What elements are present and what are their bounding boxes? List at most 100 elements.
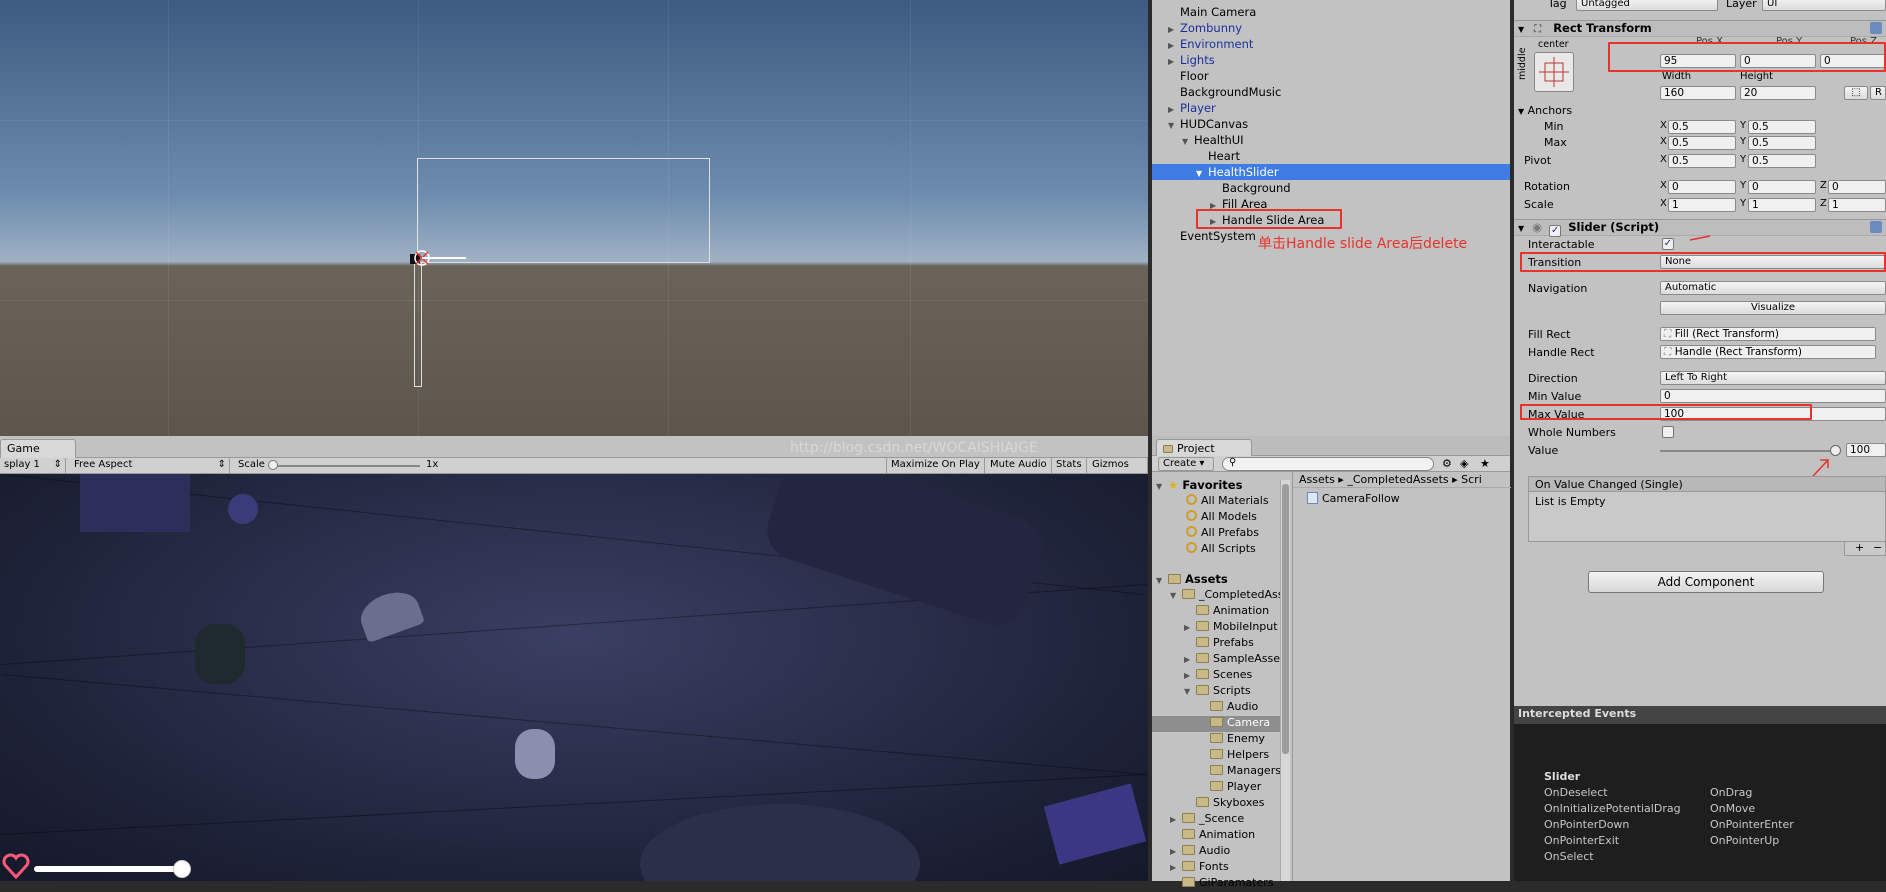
rect-transform-header[interactable]: ▼ ⛶ Rect Transform	[1514, 20, 1886, 37]
hierarchy-item[interactable]: Floor	[1152, 68, 1510, 84]
asset-folder-item[interactable]: ▶ SampleAsse	[1152, 652, 1280, 668]
scale-control[interactable]: Scale 1x	[234, 458, 444, 474]
raw-edit-button[interactable]: R	[1870, 86, 1886, 100]
hierarchy-item[interactable]: Main Camera	[1152, 4, 1510, 20]
hierarchy-item[interactable]: ▶ Zombunny	[1152, 20, 1510, 36]
visualize-button[interactable]: Visualize	[1660, 301, 1886, 315]
scene-view[interactable]	[0, 0, 1148, 436]
rotation-x-field[interactable]: 0	[1668, 180, 1736, 194]
help-icon[interactable]	[1870, 221, 1882, 233]
hierarchy-item[interactable]: BackgroundMusic	[1152, 84, 1510, 100]
star-icon[interactable]: ★	[1480, 457, 1490, 470]
asset-folder-item[interactable]: ▶ Fonts	[1152, 860, 1280, 876]
expand-arrow-icon[interactable]: ▶	[1170, 863, 1182, 872]
assets-header[interactable]: ▼ Assets	[1156, 572, 1228, 586]
expand-arrow-icon[interactable]: ▶	[1170, 815, 1182, 824]
pivot-x-field[interactable]: 0.5	[1668, 154, 1736, 168]
create-button[interactable]: Create ▾	[1158, 457, 1214, 471]
breadcrumb-item[interactable]: Assets	[1299, 473, 1335, 486]
asset-folder-item[interactable]: Skyboxes	[1152, 796, 1280, 812]
favorite-item[interactable]: All Prefabs	[1186, 526, 1259, 539]
expand-arrow-icon[interactable]: ▶	[1184, 671, 1196, 680]
game-view[interactable]	[0, 474, 1148, 881]
direction-dropdown[interactable]: Left To Right	[1660, 371, 1886, 385]
rotation-y-field[interactable]: 0	[1748, 180, 1816, 194]
asset-folder-item[interactable]: ▶ Scenes	[1152, 668, 1280, 684]
hierarchy-item[interactable]: ▼ HealthUI	[1152, 132, 1510, 148]
asset-folder-item[interactable]: ▶ _Scence	[1152, 812, 1280, 828]
favorites-header[interactable]: ▼ ★ Favorites	[1156, 478, 1242, 492]
value-slider-thumb[interactable]	[1830, 445, 1841, 456]
anchors-foldout[interactable]: ▼ Anchors	[1518, 104, 1572, 117]
scale-slider-track[interactable]	[270, 465, 420, 467]
component-enabled-checkbox[interactable]: ✓	[1549, 225, 1562, 237]
tag-dropdown[interactable]: Untagged	[1576, 0, 1718, 11]
mute-audio-toggle[interactable]: Mute Audio	[986, 458, 1052, 474]
favorite-item[interactable]: All Scripts	[1186, 542, 1256, 555]
slider-gizmo[interactable]	[408, 248, 468, 268]
anchor-preset-button[interactable]	[1534, 52, 1574, 92]
hierarchy-item[interactable]: Heart	[1152, 148, 1510, 164]
remove-event-button[interactable]: −	[1873, 541, 1882, 554]
expand-arrow-icon[interactable]: ▶	[1184, 623, 1196, 632]
height-field[interactable]: 20	[1740, 86, 1816, 100]
blueprint-mode-button[interactable]: ⬚	[1844, 86, 1868, 100]
asset-folder-item[interactable]: GiParamaters	[1152, 876, 1280, 892]
add-event-button[interactable]: +	[1855, 541, 1864, 554]
breadcrumb-item[interactable]: Scri	[1461, 473, 1482, 486]
scale-x-field[interactable]: 1	[1668, 198, 1736, 212]
hierarchy-item[interactable]: ▶ Player	[1152, 100, 1510, 116]
expand-arrow-icon[interactable]: ▶	[1184, 655, 1196, 664]
navigation-dropdown[interactable]: Automatic	[1660, 281, 1886, 295]
asset-folder-item[interactable]: Camera	[1152, 716, 1280, 732]
anchor-max-y-field[interactable]: 0.5	[1748, 136, 1816, 150]
scale-y-field[interactable]: 1	[1748, 198, 1816, 212]
hierarchy-item[interactable]: ▼ HUDCanvas	[1152, 116, 1510, 132]
filter-type-icon[interactable]: ⚙	[1442, 457, 1452, 470]
favorite-item[interactable]: All Materials	[1186, 494, 1269, 507]
anchor-min-x-field[interactable]: 0.5	[1668, 120, 1736, 134]
asset-folder-item[interactable]: Player	[1152, 780, 1280, 796]
asset-folder-item[interactable]: ▼ Scripts	[1152, 684, 1280, 700]
asset-folder-item[interactable]: ▶ MobileInput	[1152, 620, 1280, 636]
project-search-input[interactable]: ⚲	[1222, 457, 1434, 471]
hierarchy-item[interactable]: Background	[1152, 180, 1510, 196]
aspect-dropdown[interactable]: Free Aspect ⇕	[70, 458, 230, 474]
scale-z-field[interactable]: 1	[1828, 198, 1886, 212]
anchor-max-x-field[interactable]: 0.5	[1668, 136, 1736, 150]
scale-slider-thumb[interactable]	[268, 460, 278, 470]
whole-numbers-checkbox[interactable]	[1662, 426, 1674, 438]
asset-folder-item[interactable]: ▼ _CompletedAss	[1152, 588, 1280, 604]
gizmos-dropdown[interactable]: Gizmos	[1088, 458, 1148, 474]
maximize-on-play-toggle[interactable]: Maximize On Play	[886, 458, 985, 474]
anchor-min-y-field[interactable]: 0.5	[1748, 120, 1816, 134]
hierarchy-item[interactable]: ▶ Lights	[1152, 52, 1510, 68]
hierarchy-item[interactable]: ▼ HealthSlider	[1152, 164, 1510, 180]
asset-folder-item[interactable]: ▶ Audio	[1152, 844, 1280, 860]
width-field[interactable]: 160	[1660, 86, 1736, 100]
pivot-y-field[interactable]: 0.5	[1748, 154, 1816, 168]
hierarchy-item[interactable]: ▶ Environment	[1152, 36, 1510, 52]
asset-folder-item[interactable]: Audio	[1152, 700, 1280, 716]
folder-tree-scrollbar[interactable]	[1280, 480, 1290, 881]
min-value-field[interactable]: 0	[1660, 389, 1886, 403]
fill-rect-field[interactable]: ⛶ Fill (Rect Transform)	[1660, 327, 1876, 341]
stats-toggle[interactable]: Stats	[1052, 458, 1087, 474]
tab-game[interactable]: Game	[0, 439, 76, 458]
breadcrumb-item[interactable]: _CompletedAssets	[1347, 473, 1448, 486]
asset-folder-item[interactable]: Animation	[1152, 828, 1280, 844]
filter-label-icon[interactable]: ◈	[1460, 457, 1468, 470]
favorite-item[interactable]: All Models	[1186, 510, 1257, 523]
expand-arrow-icon[interactable]: ▼	[1184, 687, 1196, 696]
expand-arrow-icon[interactable]: ▶	[1170, 847, 1182, 856]
file-camerafollow[interactable]: CameraFollow	[1307, 492, 1400, 505]
value-slider-track[interactable]	[1660, 450, 1836, 452]
add-component-button[interactable]: Add Component	[1588, 571, 1824, 593]
handle-rect-field[interactable]: ⛶ Handle (Rect Transform)	[1660, 345, 1876, 359]
interactable-checkbox[interactable]: ✓	[1662, 238, 1674, 250]
asset-folder-item[interactable]: Animation	[1152, 604, 1280, 620]
expand-arrow-icon[interactable]: ▼	[1170, 591, 1182, 600]
asset-folder-item[interactable]: Managers	[1152, 764, 1280, 780]
rotation-z-field[interactable]: 0	[1828, 180, 1886, 194]
asset-folder-item[interactable]: Prefabs	[1152, 636, 1280, 652]
